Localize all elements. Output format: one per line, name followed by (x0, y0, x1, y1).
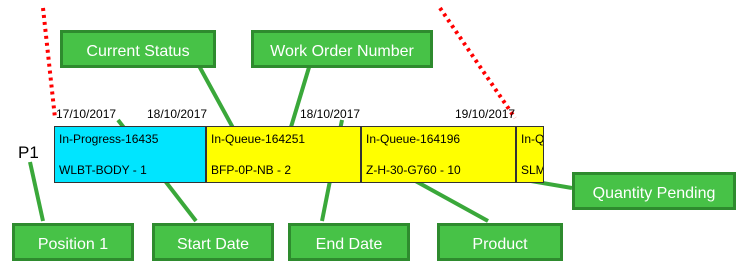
date-label: 18/10/2017 (147, 107, 208, 121)
callout-work-order-number: Work Order Number (251, 30, 433, 68)
callout-start-date: Start Date (152, 223, 274, 261)
cell-product-qty-text: SLM (521, 163, 544, 177)
date-label: 19/10/2017 (455, 107, 516, 121)
connector-product (409, 176, 489, 223)
callout-product: Product (437, 223, 563, 261)
work-order-cell[interactable]: In-Queue-164196 Z-H-30-G760 - 10 (361, 126, 516, 183)
red-dotted-marker-left (41, 7, 57, 119)
date-label: 17/10/2017 (56, 107, 117, 121)
work-order-cell[interactable]: In-Queue-164251 BFP-0P-NB - 2 (206, 126, 361, 183)
cell-status-text: In-Q (521, 132, 544, 146)
connector-position-1 (28, 161, 45, 222)
row-label-p1: P1 (18, 143, 39, 162)
callout-position-1: Position 1 (12, 223, 134, 261)
callout-end-date: End Date (288, 223, 410, 261)
red-dotted-marker-right (438, 6, 517, 120)
cell-status-text: In-Progress-16435 (59, 132, 159, 146)
callout-current-status: Current Status (60, 30, 216, 68)
work-order-cell[interactable]: In-Q SLM (516, 126, 544, 183)
cell-status-text: In-Queue-164251 (211, 132, 306, 146)
date-label: 18/10/2017 (300, 107, 361, 121)
callout-quantity-pending: Quantity Pending (572, 172, 736, 210)
cell-status-text: In-Queue-164196 (366, 132, 461, 146)
cell-product-qty-text: Z-H-30-G760 - 10 (366, 163, 461, 177)
cell-product-qty-text: BFP-0P-NB - 2 (211, 163, 292, 177)
work-order-cell[interactable]: In-Progress-16435 WLBT-BODY - 1 (54, 126, 206, 183)
gantt-annotation-diagram: Current Status Work Order Number Quantit… (0, 0, 742, 267)
cell-product-qty-text: WLBT-BODY - 1 (59, 163, 147, 177)
